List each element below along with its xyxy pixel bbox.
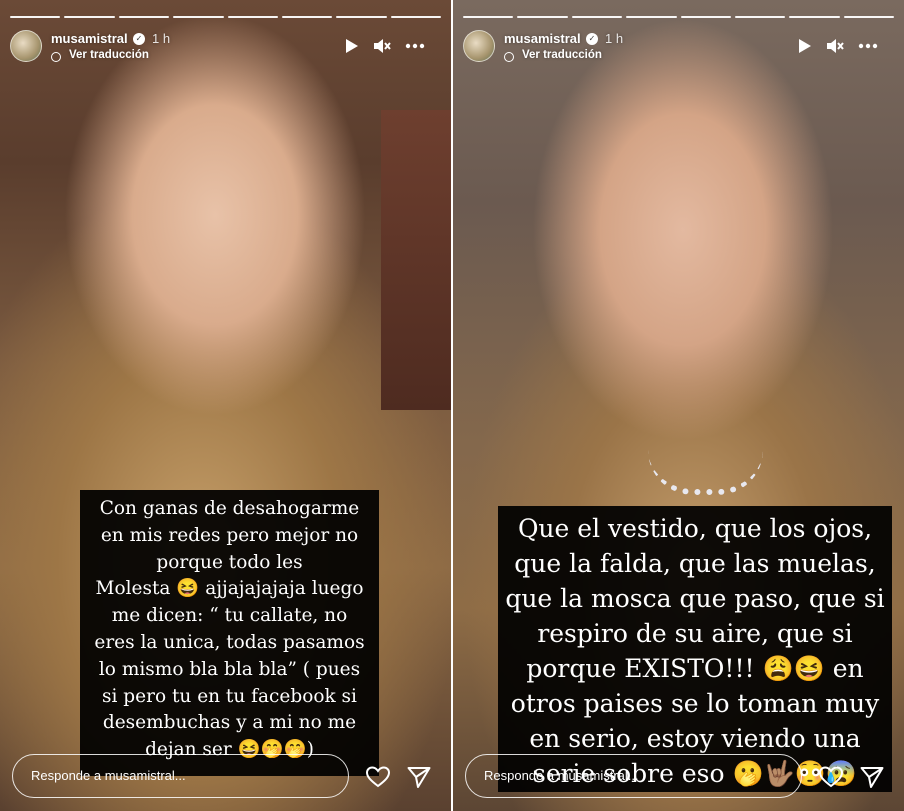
caption-line: que la falda, que las muelas, — [514, 549, 876, 578]
more-options-icon — [405, 43, 425, 49]
progress-segment — [571, 16, 623, 18]
caption-line: Molesta 😆 ajjajajajaja luego — [95, 578, 364, 600]
progress-segment — [626, 16, 677, 18]
more-options-button[interactable] — [858, 36, 878, 56]
story-right[interactable]: musamistral ✓ 1 h Ver traducción Que el … — [453, 0, 904, 811]
caption-line: lo mismo bla bla bla” ( pues — [98, 658, 361, 680]
share-button[interactable] — [859, 764, 885, 790]
background-wall — [381, 110, 451, 410]
caption-line: porque EXISTO!!! 😩😆 en — [526, 654, 864, 683]
verified-badge-icon: ✓ — [133, 33, 145, 45]
progress-segment — [390, 16, 441, 18]
story-header: musamistral ✓ 1 h Ver traducción — [10, 28, 441, 68]
caption-line: porque todo les — [156, 551, 303, 573]
progress-segment — [336, 16, 387, 18]
heart-icon — [818, 766, 844, 788]
caption-line: que la mosca que paso, que si — [505, 584, 885, 613]
caption-line: respiro de su aire, que si — [537, 619, 853, 648]
share-button[interactable] — [406, 764, 432, 790]
username[interactable]: musamistral — [51, 31, 128, 46]
caption-line: desembuchas y a mi no me — [102, 712, 357, 734]
caption-line: si pero tu en tu facebook si — [102, 685, 357, 707]
translate-link[interactable]: Ver traducción — [69, 49, 149, 61]
like-button[interactable] — [818, 764, 844, 790]
story-caption: Con ganas de desahogarme en mis redes pe… — [80, 490, 379, 776]
more-options-button[interactable] — [405, 36, 425, 56]
reply-input[interactable]: Responde a musamistral... — [12, 754, 349, 798]
caption-line: en mis redes pero mejor no — [100, 524, 359, 546]
progress-segment — [517, 16, 568, 18]
reply-placeholder: Responde a musamistral... — [31, 768, 186, 783]
progress-segment — [10, 16, 61, 18]
caption-line: otros paises se lo toman muy — [510, 689, 880, 718]
reply-input[interactable]: Responde a musamistral... — [465, 754, 802, 798]
progress-segment — [64, 16, 115, 18]
play-icon — [799, 39, 811, 53]
caption-line: eres la unica, todas pasamos — [94, 631, 365, 653]
avatar[interactable] — [10, 30, 42, 62]
globe-icon — [51, 52, 61, 62]
story-left[interactable]: musamistral ✓ 1 h Ver traducción Con gan… — [0, 0, 451, 811]
progress-segment — [680, 16, 731, 18]
play-icon — [346, 39, 358, 53]
story-header: musamistral ✓ 1 h Ver traducción — [463, 28, 894, 68]
send-icon — [860, 767, 884, 788]
username[interactable]: musamistral — [504, 31, 581, 46]
caption-line: en serio, estoy viendo una — [529, 724, 861, 753]
caption-line: Que el vestido, que los ojos, — [517, 514, 873, 543]
reply-placeholder: Responde a musamistral... — [484, 768, 639, 783]
heart-icon — [365, 766, 391, 788]
story-progress-bar — [463, 16, 894, 18]
more-options-icon — [858, 43, 878, 49]
speaker-muted-icon — [374, 39, 391, 53]
mute-button[interactable] — [372, 36, 392, 56]
mute-button[interactable] — [825, 36, 845, 56]
translate-link[interactable]: Ver traducción — [522, 49, 602, 61]
post-time: 1 h — [152, 31, 171, 46]
like-button[interactable] — [365, 764, 391, 790]
post-time: 1 h — [605, 31, 624, 46]
play-button[interactable] — [341, 36, 361, 56]
send-icon — [407, 767, 431, 788]
progress-segment — [789, 16, 840, 18]
globe-icon — [504, 52, 514, 62]
story-progress-bar — [10, 16, 441, 18]
avatar[interactable] — [463, 30, 495, 62]
progress-segment — [281, 16, 333, 18]
progress-segment — [734, 16, 786, 18]
caption-line: me dicen: “ tu callate, no — [111, 605, 348, 627]
story-caption: Que el vestido, que los ojos, que la fal… — [498, 506, 892, 792]
speaker-muted-icon — [827, 39, 844, 53]
progress-segment — [843, 16, 894, 18]
caption-line: Con ganas de desahogarme — [99, 498, 360, 519]
progress-segment — [463, 16, 514, 18]
progress-segment — [173, 16, 224, 18]
play-button[interactable] — [794, 36, 814, 56]
verified-badge-icon: ✓ — [586, 33, 598, 45]
progress-segment — [118, 16, 170, 18]
progress-segment — [227, 16, 278, 18]
